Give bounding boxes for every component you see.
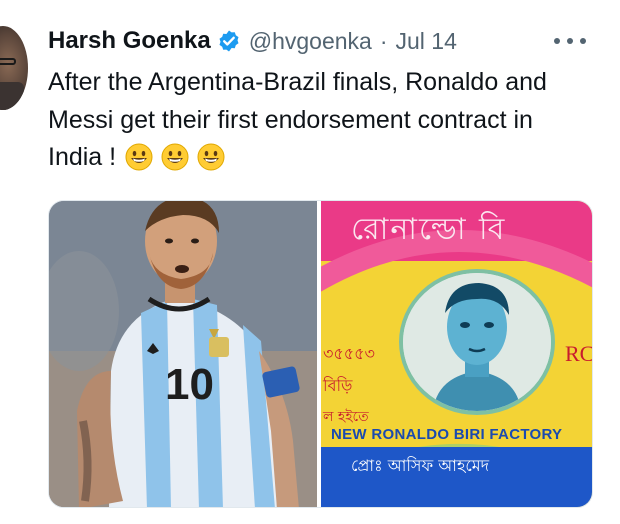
messi-illustration: 10 bbox=[49, 201, 317, 507]
header-separator: · bbox=[379, 27, 388, 54]
grinning-face-emoji-icon bbox=[125, 143, 153, 171]
tweet-body: After the Argentina-Brazil finals, Ronal… bbox=[48, 68, 547, 171]
ronaldo-portrait bbox=[399, 269, 555, 415]
more-dot bbox=[567, 38, 573, 44]
avatar-shirt bbox=[0, 82, 24, 110]
pack-side-text-2: বিড়ি bbox=[323, 376, 353, 395]
pack-bottom-bengali: প্রোঃ আসিফ আহমেদ bbox=[351, 456, 490, 475]
jersey-number: 10 bbox=[165, 360, 214, 409]
more-dot bbox=[580, 38, 586, 44]
more-dot bbox=[554, 38, 560, 44]
tweet-media[interactable]: 10 রোনাল্ডো বি ৩৫৫৫৩ বিড়ি ল হইতে RC NEW… bbox=[48, 200, 593, 508]
tweet-header: Harsh Goenka @hvgoenka · Jul 14 bbox=[48, 24, 457, 58]
biri-pack-photo[interactable]: রোনাল্ডো বি ৩৫৫৫৩ বিড়ি ল হইতে RC NEW RO… bbox=[321, 201, 593, 507]
ronaldo-illustration bbox=[403, 273, 551, 411]
pack-rc-text: RC bbox=[565, 341, 593, 366]
tweet-text: After the Argentina-Brazil finals, Ronal… bbox=[48, 64, 593, 177]
more-options-icon[interactable] bbox=[554, 30, 586, 52]
verified-badge-icon bbox=[219, 30, 239, 52]
grinning-face-emoji-icon bbox=[161, 143, 189, 171]
pack-top-bengali: রোনাল্ডো বি bbox=[351, 212, 507, 247]
avatar-glasses bbox=[0, 58, 16, 65]
pack-side-text-1: ৩৫৫৫৩ bbox=[323, 344, 375, 363]
author-handle[interactable]: @hvgoenka bbox=[249, 28, 372, 55]
grinning-face-emoji-icon bbox=[197, 143, 225, 171]
pack-factory-name: NEW RONALDO BIRI FACTORY bbox=[331, 426, 563, 443]
tweet-date[interactable]: Jul 14 bbox=[396, 28, 457, 55]
emoji-row bbox=[125, 143, 233, 171]
messi-photo[interactable]: 10 bbox=[49, 201, 317, 507]
author-avatar[interactable] bbox=[0, 26, 28, 110]
author-name[interactable]: Harsh Goenka bbox=[48, 27, 211, 55]
